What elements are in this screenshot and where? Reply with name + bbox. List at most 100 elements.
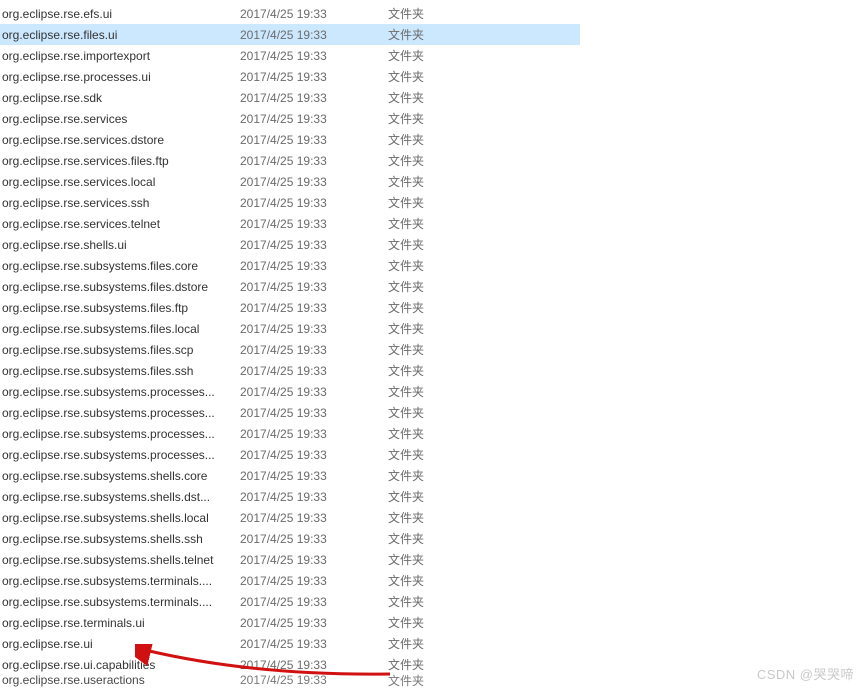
file-type: 文件夹 (388, 425, 488, 442)
file-name: org.eclipse.rse.shells.ui (2, 238, 240, 252)
table-row[interactable]: org.eclipse.rse.subsystems.terminals....… (0, 591, 580, 612)
table-row[interactable]: org.eclipse.rse.subsystems.processes...2… (0, 381, 580, 402)
file-date: 2017/4/25 19:33 (240, 259, 388, 273)
file-name: org.eclipse.rse.subsystems.files.ssh (2, 364, 240, 378)
file-date: 2017/4/25 19:33 (240, 112, 388, 126)
file-type: 文件夹 (388, 5, 488, 22)
file-name: org.eclipse.rse.subsystems.processes... (2, 448, 240, 462)
table-row[interactable]: org.eclipse.rse.processes.ui2017/4/25 19… (0, 66, 580, 87)
file-date: 2017/4/25 19:33 (240, 280, 388, 294)
watermark: CSDN @哭哭啼 (757, 664, 854, 683)
file-name: org.eclipse.rse.subsystems.files.ftp (2, 301, 240, 315)
file-name: org.eclipse.rse.subsystems.files.dstore (2, 280, 240, 294)
table-row[interactable]: org.eclipse.rse.efs.ui2017/4/25 19:33文件夹 (0, 3, 580, 24)
file-name: org.eclipse.rse.subsystems.files.local (2, 322, 240, 336)
file-date: 2017/4/25 19:33 (240, 301, 388, 315)
file-type: 文件夹 (388, 383, 488, 400)
file-name: org.eclipse.rse.services.local (2, 175, 240, 189)
file-name: org.eclipse.rse.services.ssh (2, 196, 240, 210)
table-row[interactable]: org.eclipse.rse.files.ui2017/4/25 19:33文… (0, 24, 580, 45)
file-type: 文件夹 (388, 672, 488, 689)
file-date: 2017/4/25 19:33 (240, 196, 388, 210)
file-type: 文件夹 (388, 635, 488, 652)
file-type: 文件夹 (388, 152, 488, 169)
file-date: 2017/4/25 19:33 (240, 406, 388, 420)
file-type: 文件夹 (388, 572, 488, 589)
file-name: org.eclipse.rse.terminals.ui (2, 616, 240, 630)
table-row[interactable]: org.eclipse.rse.subsystems.processes...2… (0, 402, 580, 423)
file-date: 2017/4/25 19:33 (240, 91, 388, 105)
table-row[interactable]: org.eclipse.rse.subsystems.files.core201… (0, 255, 580, 276)
table-row[interactable]: org.eclipse.rse.subsystems.files.ftp2017… (0, 297, 580, 318)
file-date: 2017/4/25 19:33 (240, 658, 388, 672)
file-date: 2017/4/25 19:33 (240, 532, 388, 546)
table-row[interactable]: org.eclipse.rse.subsystems.processes...2… (0, 423, 580, 444)
file-name: org.eclipse.rse.services.telnet (2, 217, 240, 231)
file-type: 文件夹 (388, 47, 488, 64)
file-name: org.eclipse.rse.subsystems.terminals.... (2, 595, 240, 609)
table-row[interactable]: org.eclipse.rse.services2017/4/25 19:33文… (0, 108, 580, 129)
file-date: 2017/4/25 19:33 (240, 448, 388, 462)
file-date: 2017/4/25 19:33 (240, 70, 388, 84)
table-row[interactable]: org.eclipse.rse.subsystems.shells.telnet… (0, 549, 580, 570)
file-type: 文件夹 (388, 68, 488, 85)
table-row[interactable]: org.eclipse.rse.subsystems.shells.ssh201… (0, 528, 580, 549)
file-type: 文件夹 (388, 236, 488, 253)
file-date: 2017/4/25 19:33 (240, 217, 388, 231)
table-row[interactable]: org.eclipse.rse.ui2017/4/25 19:33文件夹 (0, 633, 580, 654)
file-date: 2017/4/25 19:33 (240, 154, 388, 168)
table-row[interactable]: org.eclipse.rse.terminals.ui2017/4/25 19… (0, 612, 580, 633)
file-name: org.eclipse.rse.processes.ui (2, 70, 240, 84)
file-name: org.eclipse.rse.files.ui (2, 28, 240, 42)
table-row[interactable]: org.eclipse.rse.subsystems.shells.core20… (0, 465, 580, 486)
table-row[interactable]: org.eclipse.rse.subsystems.files.dstore2… (0, 276, 580, 297)
file-date: 2017/4/25 19:33 (240, 385, 388, 399)
table-row[interactable]: org.eclipse.rse.shells.ui2017/4/25 19:33… (0, 234, 580, 255)
file-name: org.eclipse.rse.subsystems.shells.core (2, 469, 240, 483)
table-row[interactable]: org.eclipse.rse.subsystems.shells.local2… (0, 507, 580, 528)
file-name: org.eclipse.rse.subsystems.terminals.... (2, 574, 240, 588)
file-date: 2017/4/25 19:33 (240, 427, 388, 441)
file-list[interactable]: org.eclipse.rse.efs.ui2017/4/25 19:33文件夹… (0, 0, 580, 685)
file-type: 文件夹 (388, 320, 488, 337)
file-name: org.eclipse.rse.subsystems.files.core (2, 259, 240, 273)
file-name: org.eclipse.rse.services.dstore (2, 133, 240, 147)
table-row[interactable]: org.eclipse.rse.subsystems.shells.dst...… (0, 486, 580, 507)
table-row[interactable]: org.eclipse.rse.services.local2017/4/25 … (0, 171, 580, 192)
file-name: org.eclipse.rse.ui (2, 637, 240, 651)
file-date: 2017/4/25 19:33 (240, 364, 388, 378)
table-row[interactable]: org.eclipse.rse.useractions2017/4/25 19:… (0, 675, 580, 685)
file-type: 文件夹 (388, 614, 488, 631)
table-row[interactable]: org.eclipse.rse.services.dstore2017/4/25… (0, 129, 580, 150)
file-date: 2017/4/25 19:33 (240, 28, 388, 42)
table-row[interactable]: org.eclipse.rse.sdk2017/4/25 19:33文件夹 (0, 87, 580, 108)
file-type: 文件夹 (388, 488, 488, 505)
table-row[interactable]: org.eclipse.rse.subsystems.files.scp2017… (0, 339, 580, 360)
table-row[interactable]: org.eclipse.rse.subsystems.processes...2… (0, 444, 580, 465)
file-type: 文件夹 (388, 173, 488, 190)
file-date: 2017/4/25 19:33 (240, 343, 388, 357)
file-type: 文件夹 (388, 593, 488, 610)
file-type: 文件夹 (388, 551, 488, 568)
file-date: 2017/4/25 19:33 (240, 49, 388, 63)
file-date: 2017/4/25 19:33 (240, 616, 388, 630)
table-row[interactable]: org.eclipse.rse.importexport2017/4/25 19… (0, 45, 580, 66)
file-date: 2017/4/25 19:33 (240, 133, 388, 147)
file-type: 文件夹 (388, 509, 488, 526)
file-name: org.eclipse.rse.services.files.ftp (2, 154, 240, 168)
table-row[interactable]: org.eclipse.rse.subsystems.terminals....… (0, 570, 580, 591)
file-name: org.eclipse.rse.subsystems.processes... (2, 406, 240, 420)
file-date: 2017/4/25 19:33 (240, 553, 388, 567)
file-date: 2017/4/25 19:33 (240, 511, 388, 525)
file-type: 文件夹 (388, 278, 488, 295)
table-row[interactable]: org.eclipse.rse.subsystems.files.ssh2017… (0, 360, 580, 381)
table-row[interactable]: org.eclipse.rse.services.ssh2017/4/25 19… (0, 192, 580, 213)
table-row[interactable]: org.eclipse.rse.subsystems.files.local20… (0, 318, 580, 339)
table-row[interactable]: org.eclipse.rse.services.telnet2017/4/25… (0, 213, 580, 234)
file-date: 2017/4/25 19:33 (240, 490, 388, 504)
file-type: 文件夹 (388, 341, 488, 358)
table-row[interactable]: org.eclipse.rse.services.files.ftp2017/4… (0, 150, 580, 171)
file-date: 2017/4/25 19:33 (240, 637, 388, 651)
file-type: 文件夹 (388, 530, 488, 547)
table-row[interactable]: org.eclipse.rse.ui.capabilities2017/4/25… (0, 654, 580, 675)
